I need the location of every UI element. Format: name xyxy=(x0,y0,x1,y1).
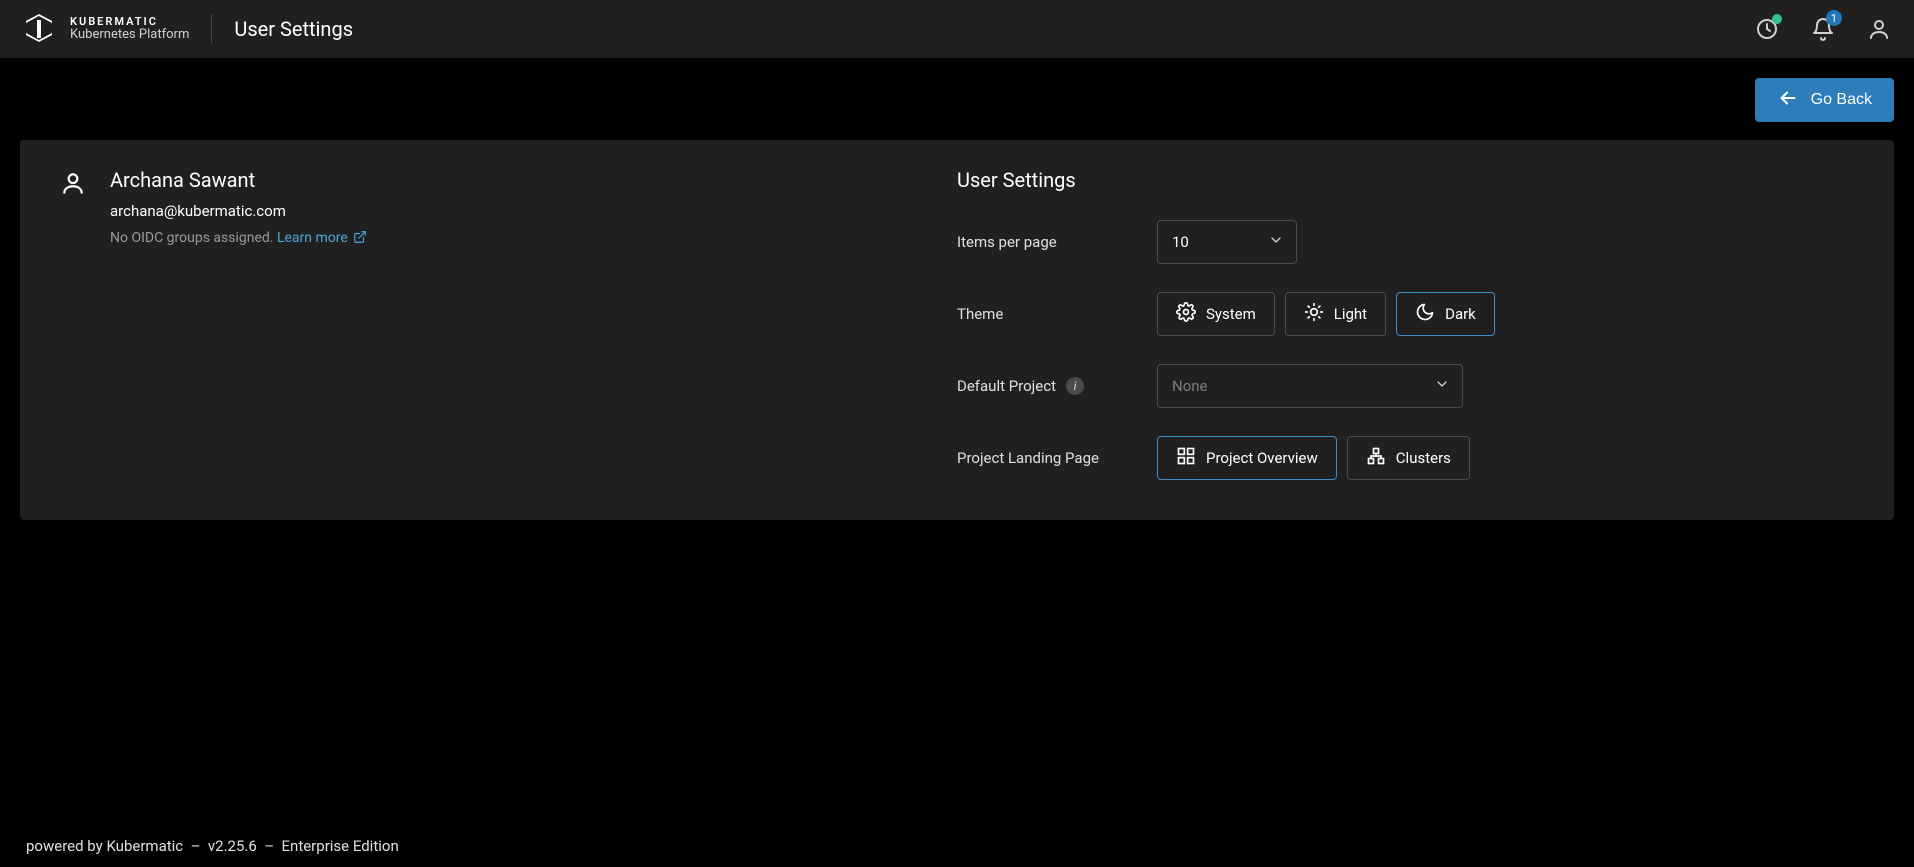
theme-toggle-group: System Light Dark xyxy=(1157,292,1495,336)
row-theme: Theme System Light Dark xyxy=(957,292,1854,336)
go-back-label: Go Back xyxy=(1811,91,1872,109)
app-header: KUBERMATIC Kubernetes Platform User Sett… xyxy=(0,0,1914,58)
settings-form: User Settings Items per page 10 Theme Sy… xyxy=(957,168,1854,480)
theme-dark-button[interactable]: Dark xyxy=(1396,292,1495,336)
default-project-select[interactable]: None xyxy=(1157,364,1463,408)
gear-icon xyxy=(1176,302,1196,326)
theme-dark-label: Dark xyxy=(1445,305,1476,323)
landing-toggle-group: Project Overview Clusters xyxy=(1157,436,1470,480)
settings-card: Archana Sawant archana@kubermatic.com No… xyxy=(20,140,1894,520)
items-per-page-value: 10 xyxy=(1172,233,1189,251)
label-default-project-text: Default Project xyxy=(957,377,1056,395)
brand-line-2: Kubernetes Platform xyxy=(70,28,189,42)
landing-clusters-button[interactable]: Clusters xyxy=(1347,436,1470,480)
footer-powered: powered by Kubermatic xyxy=(26,837,183,855)
user-info: Archana Sawant archana@kubermatic.com No… xyxy=(60,168,957,480)
notifications-button[interactable]: 1 xyxy=(1810,16,1836,42)
account-button[interactable] xyxy=(1866,16,1892,42)
notification-count-badge: 1 xyxy=(1826,10,1842,26)
info-icon[interactable]: i xyxy=(1066,377,1084,395)
sun-icon xyxy=(1304,302,1324,326)
user-email: archana@kubermatic.com xyxy=(110,202,367,220)
landing-clusters-label: Clusters xyxy=(1396,449,1451,467)
footer-version: v2.25.6 xyxy=(208,837,257,855)
row-landing-page: Project Landing Page Project Overview Cl… xyxy=(957,436,1854,480)
learn-more-link[interactable]: Learn more xyxy=(277,230,367,246)
external-link-icon xyxy=(353,230,367,244)
theme-light-button[interactable]: Light xyxy=(1285,292,1386,336)
label-landing-page: Project Landing Page xyxy=(957,449,1157,467)
footer: powered by Kubermatic – v2.25.6 – Enterp… xyxy=(0,837,1914,855)
cluster-icon xyxy=(1366,446,1386,470)
changelog-indicator-dot xyxy=(1772,14,1782,24)
user-groups-line: No OIDC groups assigned. Learn more xyxy=(110,230,367,246)
learn-more-label: Learn more xyxy=(277,230,348,246)
label-items-per-page: Items per page xyxy=(957,233,1157,251)
user-groups-text: No OIDC groups assigned. xyxy=(110,230,273,246)
landing-overview-button[interactable]: Project Overview xyxy=(1157,436,1337,480)
chevron-down-icon xyxy=(1434,376,1450,396)
page-actions: Go Back xyxy=(0,58,1914,122)
grid-icon xyxy=(1176,446,1196,470)
user-name: Archana Sawant xyxy=(110,168,367,192)
brand-text: KUBERMATIC Kubernetes Platform xyxy=(70,16,189,42)
theme-system-label: System xyxy=(1206,305,1256,323)
theme-system-button[interactable]: System xyxy=(1157,292,1275,336)
go-back-button[interactable]: Go Back xyxy=(1755,78,1894,122)
header-separator xyxy=(211,14,212,44)
user-icon xyxy=(60,170,86,196)
theme-light-label: Light xyxy=(1334,305,1367,323)
items-per-page-select[interactable]: 10 xyxy=(1157,220,1297,264)
default-project-placeholder: None xyxy=(1172,377,1208,395)
page-title: User Settings xyxy=(234,17,353,41)
label-theme: Theme xyxy=(957,305,1157,323)
brand-mark-icon xyxy=(22,12,56,46)
row-items-per-page: Items per page 10 xyxy=(957,220,1854,264)
footer-edition: Enterprise Edition xyxy=(282,837,399,855)
moon-icon xyxy=(1415,302,1435,326)
chevron-down-icon xyxy=(1268,232,1284,252)
settings-title: User Settings xyxy=(957,168,1854,192)
row-default-project: Default Project i None xyxy=(957,364,1854,408)
arrow-left-icon xyxy=(1777,87,1799,114)
brand-logo[interactable]: KUBERMATIC Kubernetes Platform xyxy=(22,12,189,46)
landing-overview-label: Project Overview xyxy=(1206,449,1318,467)
label-default-project: Default Project i xyxy=(957,377,1157,395)
changelog-button[interactable] xyxy=(1754,16,1780,42)
